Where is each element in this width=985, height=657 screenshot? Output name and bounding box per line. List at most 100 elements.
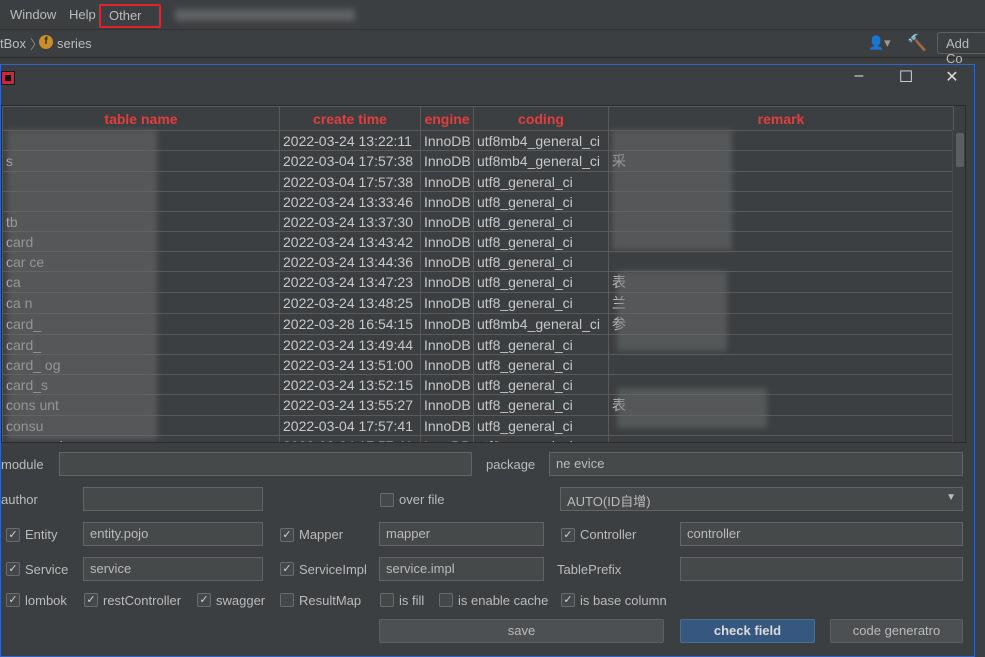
coding-cell[interactable]: utf8_general_ci <box>473 334 609 355</box>
lombok-label: lombok <box>25 593 67 608</box>
coding-cell[interactable]: utf8mb4_general_ci <box>473 130 609 151</box>
remark-cell[interactable] <box>608 354 954 375</box>
base-column-checkbox[interactable]: ✓ <box>561 593 575 607</box>
menu-window[interactable]: Window <box>10 7 56 22</box>
table-scrollbar[interactable] <box>952 130 965 442</box>
save-button[interactable]: save <box>379 619 664 643</box>
entity-checkbox[interactable]: ✓ <box>6 528 20 542</box>
create-time-cell[interactable]: 2022-03-24 13:44:36 <box>279 251 421 272</box>
create-time-cell[interactable]: 2022-03-24 13:49:44 <box>279 334 421 355</box>
engine-cell[interactable]: InnoDB <box>420 251 474 272</box>
coding-cell[interactable]: utf8_general_ci <box>473 374 609 395</box>
check-field-button[interactable]: check field <box>680 619 815 643</box>
engine-cell[interactable]: InnoDB <box>420 130 474 151</box>
menu-other[interactable]: Other <box>99 4 161 28</box>
module-input[interactable] <box>59 452 472 476</box>
serviceimpl-input[interactable]: service.impl <box>379 557 544 581</box>
create-time-cell[interactable]: 2022-03-04 17:57:41 <box>279 435 421 442</box>
user-icon[interactable]: 👤▾ <box>868 35 894 51</box>
coding-cell[interactable]: utf8_general_ci <box>473 231 609 252</box>
engine-cell[interactable]: InnoDB <box>420 150 474 172</box>
engine-cell[interactable]: InnoDB <box>420 415 474 436</box>
lombok-checkbox[interactable]: ✓ <box>6 593 20 607</box>
col-header-coding[interactable]: coding <box>473 106 609 131</box>
engine-cell[interactable]: InnoDB <box>420 211 474 232</box>
coding-cell[interactable]: utf8_general_ci <box>473 292 609 314</box>
create-time-cell[interactable]: 2022-03-24 13:51:00 <box>279 354 421 375</box>
engine-cell[interactable]: InnoDB <box>420 171 474 192</box>
controller-checkbox[interactable]: ✓ <box>561 528 575 542</box>
tableprefix-input[interactable] <box>680 557 963 581</box>
coding-cell[interactable]: utf8_general_ci <box>473 271 609 293</box>
engine-cell[interactable]: InnoDB <box>420 231 474 252</box>
minimize-icon[interactable]: – <box>844 67 874 85</box>
breadcrumb-series[interactable]: series <box>57 36 92 51</box>
swagger-checkbox[interactable]: ✓ <box>197 593 211 607</box>
create-time-cell[interactable]: 2022-03-24 13:43:42 <box>279 231 421 252</box>
create-time-cell[interactable]: 2022-03-04 17:57:41 <box>279 415 421 436</box>
entity-input[interactable]: entity.pojo <box>83 522 263 546</box>
isfill-checkbox[interactable] <box>380 593 394 607</box>
redacted-remarks-bottom <box>617 388 767 428</box>
coding-cell[interactable]: utf8_general_ci <box>473 394 609 416</box>
over-file-checkbox[interactable] <box>380 493 394 507</box>
coding-cell[interactable]: utf8mb4_general_ci <box>473 313 609 335</box>
build-hammer-icon[interactable]: 🔨 <box>907 33 927 53</box>
create-time-cell[interactable]: 2022-03-24 13:48:25 <box>279 292 421 314</box>
engine-cell[interactable]: InnoDB <box>420 435 474 442</box>
maximize-icon[interactable]: ☐ <box>891 67 921 87</box>
coding-cell[interactable]: utf8_general_ci <box>473 251 609 272</box>
coding-cell[interactable]: utf8mb4_general_ci <box>473 150 609 172</box>
redacted-remarks-mid <box>617 271 727 351</box>
controller-input[interactable]: controller <box>680 522 963 546</box>
create-time-cell[interactable]: 2022-03-28 16:54:15 <box>279 313 421 335</box>
col-header-create-time[interactable]: create time <box>279 106 421 131</box>
engine-cell[interactable]: InnoDB <box>420 354 474 375</box>
restcontroller-checkbox[interactable]: ✓ <box>84 593 98 607</box>
engine-cell[interactable]: InnoDB <box>420 191 474 212</box>
mapper-input[interactable]: mapper <box>379 522 544 546</box>
coding-cell[interactable]: utf8_general_ci <box>473 435 609 442</box>
coding-cell[interactable]: utf8_general_ci <box>473 354 609 375</box>
serviceimpl-checkbox[interactable]: ✓ <box>280 562 294 576</box>
create-time-cell[interactable]: 2022-03-24 13:55:27 <box>279 394 421 416</box>
close-icon[interactable]: ✕ <box>937 67 967 87</box>
col-header-remark[interactable]: remark <box>608 106 954 131</box>
resultmap-checkbox[interactable] <box>280 593 294 607</box>
create-time-cell[interactable]: 2022-03-24 13:22:11 <box>279 130 421 151</box>
col-header-engine[interactable]: engine <box>420 106 474 131</box>
id-type-select[interactable]: AUTO(ID自增) ▼ <box>560 487 963 511</box>
create-time-cell[interactable]: 2022-03-24 13:33:46 <box>279 191 421 212</box>
remark-cell[interactable] <box>608 435 954 442</box>
breadcrumb-toolbox[interactable]: tBox <box>0 36 26 51</box>
create-time-cell[interactable]: 2022-03-04 17:57:38 <box>279 150 421 172</box>
add-configuration-button[interactable]: Add Co <box>937 32 985 66</box>
package-input[interactable]: ne evice <box>549 452 963 476</box>
engine-cell[interactable]: InnoDB <box>420 313 474 335</box>
engine-cell[interactable]: InnoDB <box>420 374 474 395</box>
engine-cell[interactable]: InnoDB <box>420 394 474 416</box>
coding-cell[interactable]: utf8_general_ci <box>473 415 609 436</box>
menu-help[interactable]: Help <box>69 7 96 22</box>
engine-cell[interactable]: InnoDB <box>420 271 474 293</box>
create-time-cell[interactable]: 2022-03-24 13:52:15 <box>279 374 421 395</box>
mapper-checkbox[interactable]: ✓ <box>280 528 294 542</box>
scrollbar-thumb[interactable] <box>956 133 964 167</box>
author-label: author <box>1 492 38 507</box>
coding-cell[interactable]: utf8_general_ci <box>473 171 609 192</box>
service-checkbox[interactable]: ✓ <box>6 562 20 576</box>
create-time-cell[interactable]: 2022-03-24 13:37:30 <box>279 211 421 232</box>
coding-cell[interactable]: utf8_general_ci <box>473 191 609 212</box>
engine-cell[interactable]: InnoDB <box>420 292 474 314</box>
code-generatro-button[interactable]: code generatro <box>830 619 963 643</box>
enable-cache-checkbox[interactable] <box>439 593 453 607</box>
service-input[interactable]: service <box>83 557 263 581</box>
col-header-table-name[interactable]: table name <box>2 106 280 131</box>
author-input[interactable] <box>83 487 263 511</box>
menubar: Window Help Other <box>0 0 985 30</box>
remark-cell[interactable] <box>608 251 954 272</box>
engine-cell[interactable]: InnoDB <box>420 334 474 355</box>
create-time-cell[interactable]: 2022-03-04 17:57:38 <box>279 171 421 192</box>
coding-cell[interactable]: utf8_general_ci <box>473 211 609 232</box>
create-time-cell[interactable]: 2022-03-24 13:47:23 <box>279 271 421 293</box>
